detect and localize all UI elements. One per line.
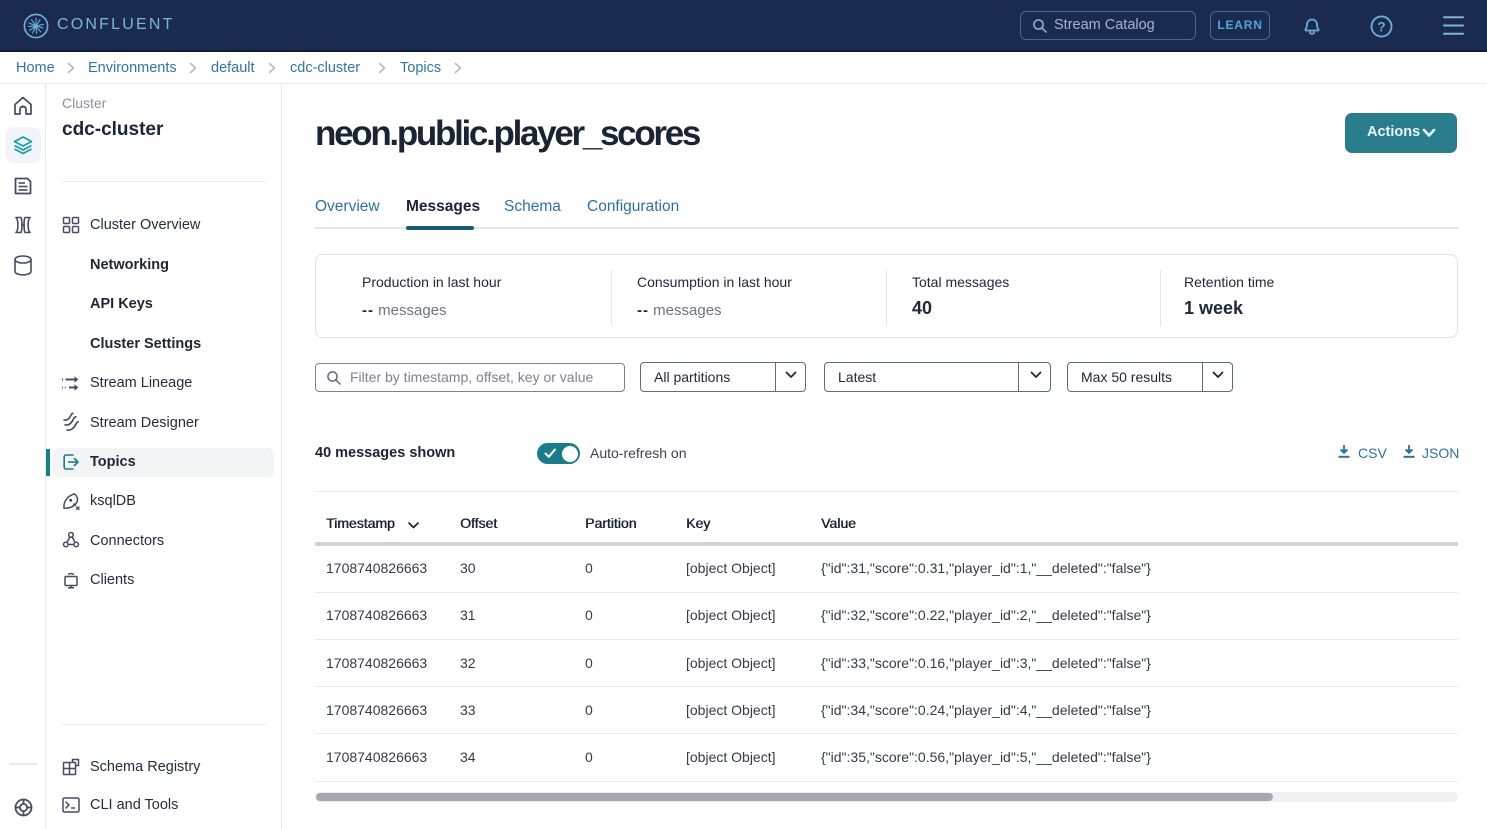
svg-text:?: ? — [1377, 19, 1385, 34]
